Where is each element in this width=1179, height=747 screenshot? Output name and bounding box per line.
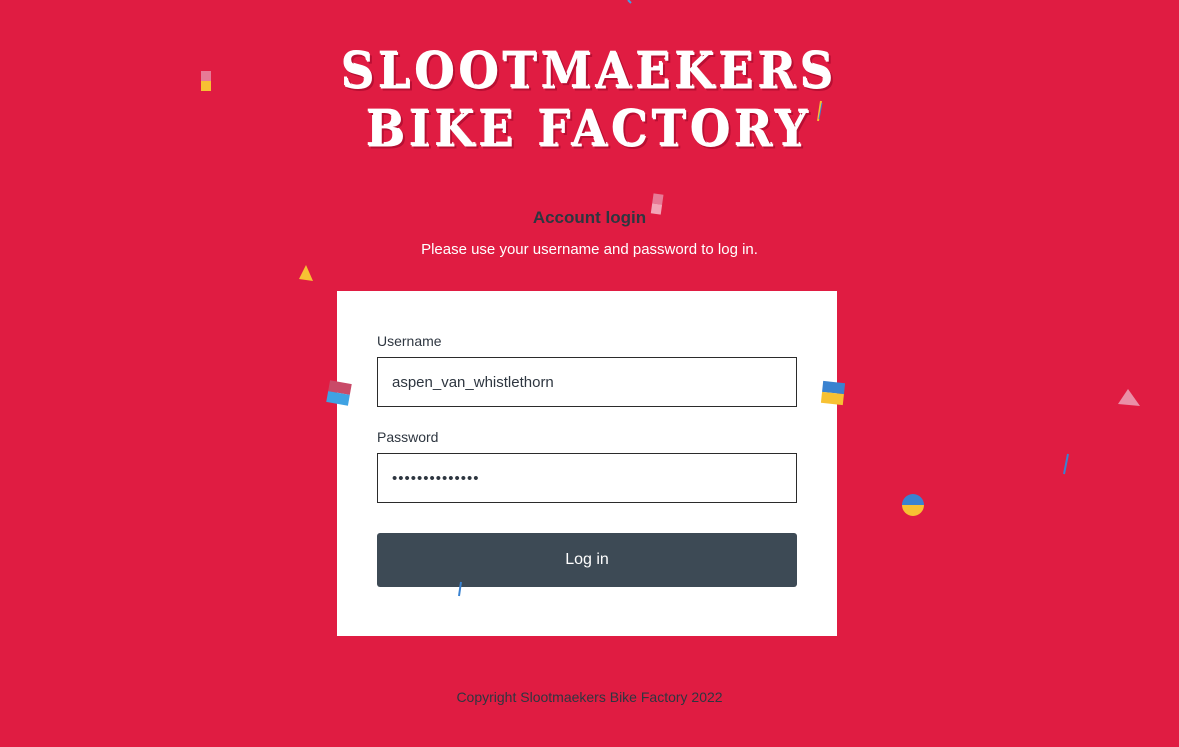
login-instructions: Please use your username and password to… bbox=[421, 241, 758, 258]
confetti-triangle-icon bbox=[1118, 389, 1140, 406]
confetti-streamer-icon bbox=[627, 0, 632, 4]
confetti-triangle-icon bbox=[299, 265, 313, 281]
confetti-circle-icon bbox=[902, 494, 924, 516]
confetti-streamer-icon bbox=[817, 100, 823, 122]
brand-logo-line-2: BIKE FACTORY bbox=[366, 99, 813, 159]
confetti-square-icon bbox=[650, 193, 664, 215]
footer-copyright: Copyright Slootmaekers Bike Factory 2022 bbox=[456, 689, 723, 705]
confetti-streamer-icon bbox=[1063, 453, 1069, 475]
confetti-square-icon bbox=[326, 380, 352, 406]
password-label: Password bbox=[377, 429, 439, 445]
username-label: Username bbox=[377, 333, 442, 349]
page-title: Account login bbox=[532, 208, 647, 227]
brand-logo: SLOOTMAEKERS BIKE FACTORY bbox=[0, 41, 1179, 159]
password-field[interactable] bbox=[377, 453, 797, 503]
confetti-square-icon bbox=[820, 380, 846, 406]
confetti-square-icon bbox=[201, 71, 211, 91]
username-field[interactable] bbox=[377, 357, 797, 407]
brand-logo-line-1: SLOOTMAEKERS bbox=[341, 41, 838, 101]
confetti-streamer-icon bbox=[458, 581, 462, 597]
login-card: Username Password Log in bbox=[337, 291, 837, 636]
login-button[interactable]: Log in bbox=[377, 533, 797, 587]
